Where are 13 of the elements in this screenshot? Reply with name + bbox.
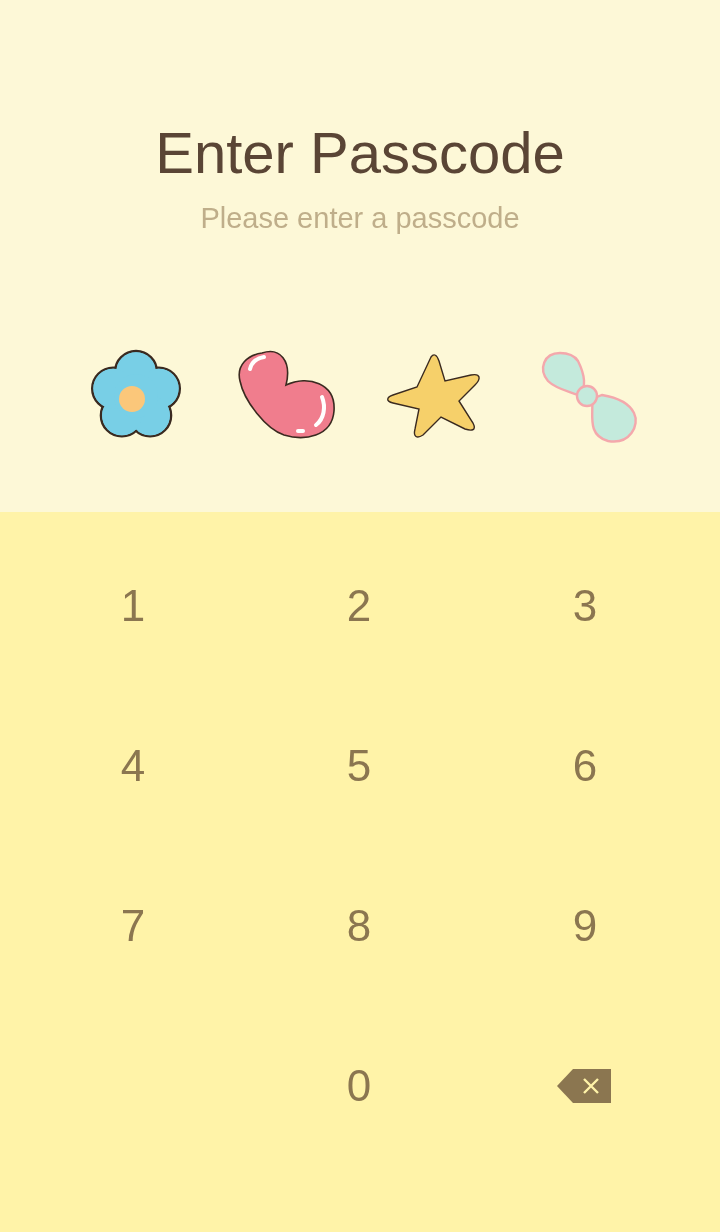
backspace-icon bbox=[557, 1068, 613, 1104]
digit-key[interactable]: 8 bbox=[299, 866, 419, 986]
digit-key[interactable]: 2 bbox=[299, 546, 419, 666]
digit-key[interactable]: 5 bbox=[299, 706, 419, 826]
digit-key[interactable]: 9 bbox=[525, 866, 645, 986]
digit-key[interactable]: 0 bbox=[299, 1026, 419, 1146]
subtitle: Please enter a passcode bbox=[200, 201, 520, 235]
digit-key[interactable]: 7 bbox=[73, 866, 193, 986]
digit-key[interactable]: 4 bbox=[73, 706, 193, 826]
digit-key[interactable]: 3 bbox=[525, 546, 645, 666]
title: Enter Passcode bbox=[155, 119, 565, 187]
digit-key[interactable]: 1 bbox=[73, 546, 193, 666]
digit-key[interactable]: 6 bbox=[525, 706, 645, 826]
